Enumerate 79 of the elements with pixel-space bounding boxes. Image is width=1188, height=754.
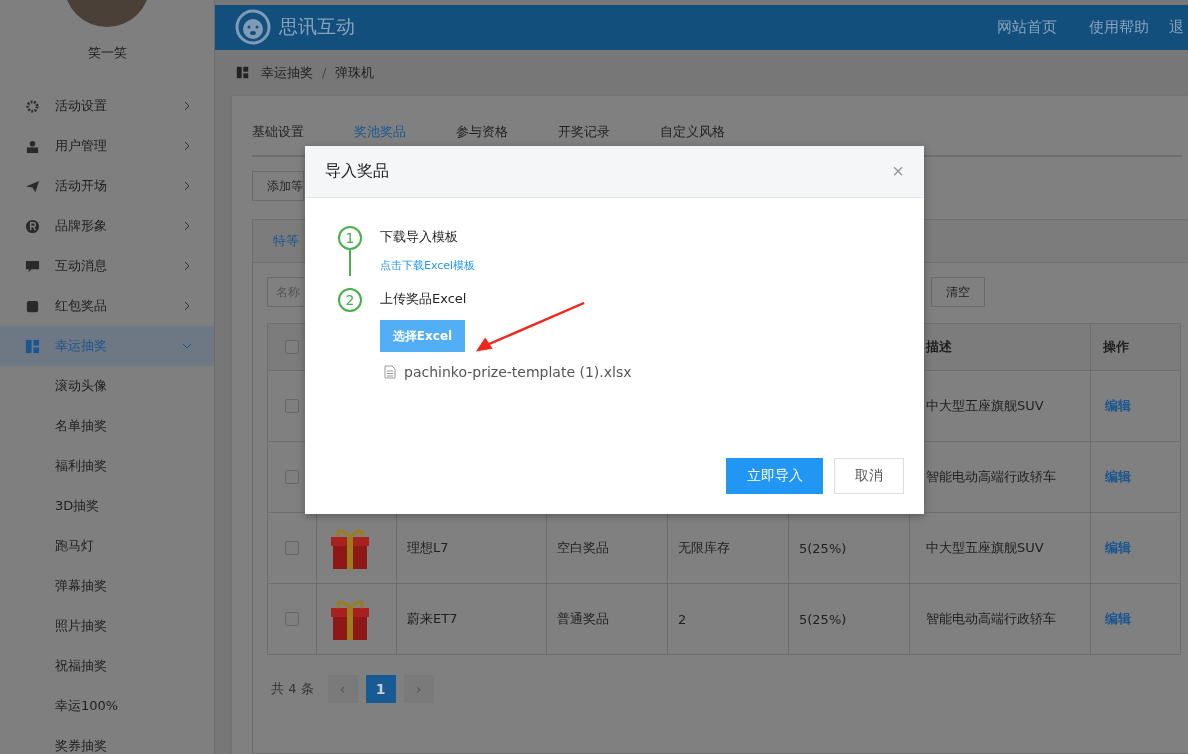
- submenu-item[interactable]: 幸运100%: [0, 686, 214, 726]
- add-button[interactable]: 添加等: [252, 171, 304, 201]
- table-cell: 2: [678, 611, 687, 627]
- step-title: 上传奖品Excel: [380, 290, 467, 308]
- tab[interactable]: 参与资格: [456, 124, 508, 140]
- menu-icon: [25, 98, 40, 114]
- row-checkbox[interactable]: [285, 541, 299, 555]
- table-cell: 蔚来ET7: [407, 610, 458, 628]
- sidebar-item[interactable]: 用户管理: [0, 126, 214, 166]
- menu-icon: [25, 258, 40, 274]
- sidebar-item[interactable]: 品牌形象: [0, 206, 214, 246]
- menu-icon: [25, 218, 40, 234]
- menu-icon: [25, 138, 40, 154]
- submenu-item[interactable]: 滚动头像: [0, 366, 214, 406]
- table-cell: 智能电动高端行政轿车: [926, 468, 1056, 486]
- file-icon: [384, 365, 396, 379]
- file-name: pachinko-prize-template (1).xlsx: [404, 364, 632, 380]
- breadcrumb-item[interactable]: 弹珠机: [335, 63, 375, 82]
- tab[interactable]: 基础设置: [252, 124, 304, 140]
- submenu-item[interactable]: 福利抽奖: [0, 446, 214, 486]
- cancel-button[interactable]: 取消: [834, 458, 904, 494]
- select-all-checkbox[interactable]: [285, 340, 299, 354]
- submenu-item[interactable]: 祝福抽奖: [0, 646, 214, 686]
- chevron-right-icon: [182, 221, 192, 231]
- chevron-right-icon: [182, 101, 192, 111]
- row-checkbox[interactable]: [285, 612, 299, 626]
- nav-link[interactable]: 退: [1169, 17, 1184, 37]
- table-cell: 5(25%): [799, 540, 847, 556]
- choose-excel-button[interactable]: 选择Excel: [380, 320, 465, 352]
- table-cell: 智能电动高端行政轿车: [926, 610, 1056, 628]
- row-checkbox[interactable]: [285, 399, 299, 413]
- chevron-down-icon: [182, 341, 192, 351]
- step-connector: [349, 250, 351, 276]
- sidebar-item[interactable]: 红包奖品: [0, 286, 214, 326]
- chevron-right-icon: [182, 261, 192, 271]
- grid-icon: [236, 66, 249, 80]
- menu-icon: [25, 178, 40, 194]
- chevron-right-icon: [182, 301, 192, 311]
- submenu-item[interactable]: 3D抽奖: [0, 486, 214, 526]
- chevron-right-icon: [182, 181, 192, 191]
- table-cell: 空白奖品: [557, 539, 609, 557]
- bear-logo-icon: [235, 9, 271, 46]
- row-checkbox[interactable]: [285, 470, 299, 484]
- sidebar-item[interactable]: 互动消息: [0, 246, 214, 286]
- submenu-item[interactable]: 跑马灯: [0, 526, 214, 566]
- table-cell: 5(25%): [799, 611, 847, 627]
- table-cell: 理想L7: [407, 539, 449, 557]
- nav-link[interactable]: 使用帮助: [1089, 17, 1149, 37]
- table-cell: 中大型五座旗舰SUV: [926, 539, 1044, 557]
- table-cell: 普通奖品: [557, 610, 609, 628]
- tab[interactable]: 开奖记录: [558, 124, 610, 140]
- table-cell: 无限库存: [678, 539, 730, 557]
- submenu-item[interactable]: 名单抽奖: [0, 406, 214, 446]
- nav-link[interactable]: 网站首页: [997, 17, 1057, 37]
- step-number: 2: [338, 288, 362, 312]
- sidebar-item[interactable]: 活动开场: [0, 166, 214, 206]
- menu-icon: [25, 298, 40, 314]
- sidebar-item[interactable]: 活动设置: [0, 86, 214, 126]
- page-button[interactable]: 1: [365, 675, 396, 703]
- submenu-item[interactable]: 照片抽奖: [0, 606, 214, 646]
- site-title: 思讯互动: [279, 14, 355, 40]
- step-number: 1: [338, 226, 362, 250]
- download-template-link[interactable]: 点击下载Excel模板: [380, 258, 476, 273]
- submenu-item[interactable]: 奖券抽奖: [0, 726, 214, 754]
- clear-button[interactable]: 清空: [931, 277, 985, 307]
- column-header: 描述: [926, 338, 952, 356]
- submenu-item[interactable]: 弹幕抽奖: [0, 566, 214, 606]
- dialog-title: 导入奖品: [325, 161, 389, 182]
- close-button[interactable]: ×: [892, 160, 904, 183]
- tab[interactable]: 自定义风格: [660, 124, 725, 140]
- step-title: 下载导入模板: [380, 228, 458, 246]
- breadcrumb-separator: /: [322, 65, 327, 81]
- import-now-button[interactable]: 立即导入: [726, 458, 823, 494]
- total-count: 共 4 条: [271, 680, 314, 698]
- column-header: 操作: [1103, 338, 1129, 356]
- breadcrumb-item[interactable]: 幸运抽奖: [261, 63, 313, 82]
- menu-icon: [25, 338, 40, 354]
- chevron-right-icon: [182, 141, 192, 151]
- table-cell: 中大型五座旗舰SUV: [926, 397, 1044, 415]
